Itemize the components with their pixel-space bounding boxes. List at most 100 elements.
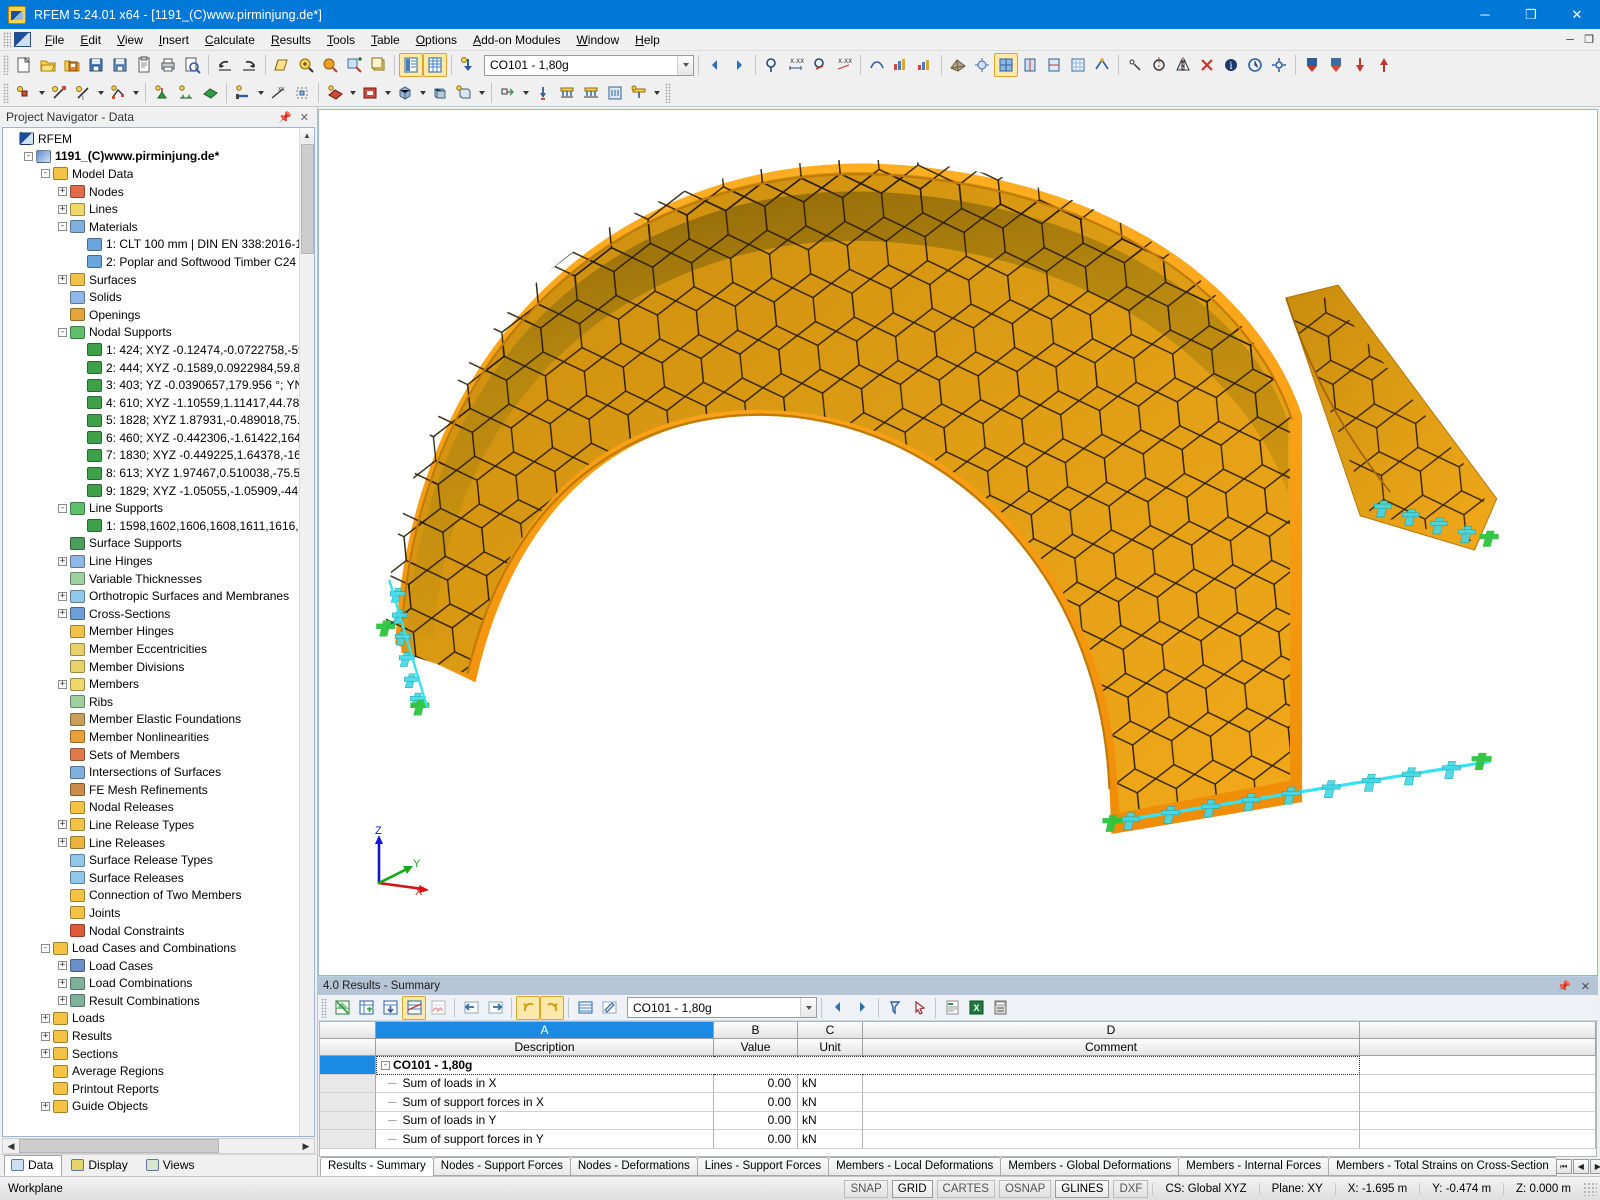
- table-edit-icon[interactable]: [597, 996, 621, 1020]
- results-chevron-down-icon[interactable]: [800, 998, 816, 1017]
- load-down-icon[interactable]: [1300, 53, 1324, 77]
- toolbar-grip-2[interactable]: [3, 83, 9, 103]
- scroll-right-icon[interactable]: ▶: [298, 1139, 314, 1153]
- opening-icon[interactable]: [358, 81, 382, 105]
- tree-node-openings[interactable]: Openings: [5, 306, 299, 324]
- results-next-arrow-icon[interactable]: [850, 996, 874, 1020]
- settings-icon[interactable]: [1267, 53, 1291, 77]
- results-tab-members-total-strains-on-cross-section[interactable]: Members - Total Strains on Cross-Section: [1328, 1157, 1557, 1176]
- polyline-dropdown[interactable]: [130, 81, 141, 105]
- table-show-icon[interactable]: [399, 53, 423, 77]
- close-icon[interactable]: ✕: [300, 111, 309, 124]
- tree-node-rfem[interactable]: RFEM: [5, 130, 299, 148]
- excel-icon[interactable]: X: [964, 996, 988, 1020]
- cell-value[interactable]: 0.00: [714, 1075, 798, 1094]
- zoom-window-icon[interactable]: [294, 53, 318, 77]
- line-dim-icon[interactable]: I: [71, 81, 95, 105]
- status-toggle-dxf[interactable]: DXF: [1113, 1180, 1148, 1198]
- toolbar-grip-3[interactable]: [665, 83, 671, 103]
- tree-node-1191-c-www-pirminjung-de[interactable]: -1191_(C)www.pirminjung.de*: [5, 148, 299, 166]
- tree-node-loads[interactable]: +Loads: [5, 1010, 299, 1028]
- results-close-icon[interactable]: ✕: [1581, 980, 1590, 993]
- tree-node-intersections-of-surfaces[interactable]: Intersections of Surfaces: [5, 763, 299, 781]
- tree-node-3-403-yz-0-0390657-179-956-ynn-n[interactable]: 3: 403; YZ -0.0390657,179.956 °; YNN N: [5, 376, 299, 394]
- row-header[interactable]: [320, 1093, 376, 1112]
- table-view-icon[interactable]: [573, 996, 597, 1020]
- expand-icon[interactable]: +: [58, 275, 67, 284]
- node-snap-icon[interactable]: [1123, 53, 1147, 77]
- release-icon[interactable]: [496, 81, 520, 105]
- menu-item-tools[interactable]: Tools: [319, 30, 363, 50]
- expand-icon[interactable]: +: [58, 820, 67, 829]
- tree-node-materials[interactable]: -Materials: [5, 218, 299, 236]
- tree-node-cross-sections[interactable]: +Cross-Sections: [5, 605, 299, 623]
- rotate-icon[interactable]: [1147, 53, 1171, 77]
- menu-item-results[interactable]: Results: [263, 30, 319, 50]
- status-toggle-grid[interactable]: GRID: [892, 1180, 933, 1198]
- tree-node-nodes[interactable]: +Nodes: [5, 183, 299, 201]
- menu-item-view[interactable]: View: [109, 30, 151, 50]
- solid2-icon[interactable]: [428, 81, 452, 105]
- open-icon[interactable]: [36, 53, 60, 77]
- column-letter-A[interactable]: A: [376, 1022, 714, 1039]
- menu-item-add-on-modules[interactable]: Add-on Modules: [465, 30, 568, 50]
- table-add-icon[interactable]: [354, 996, 378, 1020]
- tree-node-line-hinges[interactable]: +Line Hinges: [5, 552, 299, 570]
- cell-unit[interactable]: kN: [798, 1093, 863, 1112]
- collapse-icon[interactable]: -: [58, 504, 67, 513]
- tree-node-7-1830-xyz-0-449225-1-64378-164-71[interactable]: 7: 1830; XYZ -0.449225,1.64378,-164.71: [5, 447, 299, 465]
- member-icon[interactable]: [231, 81, 255, 105]
- menu-item-calculate[interactable]: Calculate: [197, 30, 263, 50]
- expand-icon[interactable]: +: [58, 996, 67, 1005]
- navigator-horizontal-scrollbar[interactable]: ◀ ▶: [2, 1138, 315, 1154]
- tree-node-surface-releases[interactable]: Surface Releases: [5, 869, 299, 887]
- tree-node-fe-mesh-refinements[interactable]: FE Mesh Refinements: [5, 781, 299, 799]
- next-table-icon[interactable]: [483, 996, 507, 1020]
- row-header-selected[interactable]: [320, 1056, 376, 1075]
- next-arrow-icon[interactable]: [727, 53, 751, 77]
- cell-value[interactable]: 0.00: [714, 1112, 798, 1131]
- expand-icon[interactable]: +: [58, 609, 67, 618]
- tree-node-solids[interactable]: Solids: [5, 288, 299, 306]
- tree-node-2-444-xyz-0-1589-0-0922984-59-8495[interactable]: 2: 444; XYZ -0.1589,0.0922984,59.8495: [5, 359, 299, 377]
- expand-icon[interactable]: +: [58, 592, 67, 601]
- dim-x-icon[interactable]: X.XX: [784, 53, 808, 77]
- tree-node-9-1829-xyz-1-05055-1-05909-44-772[interactable]: 9: 1829; XYZ -1.05055,-1.05909,-44.772: [5, 482, 299, 500]
- column-letter-C[interactable]: C: [798, 1022, 863, 1039]
- support-line-icon[interactable]: [174, 81, 198, 105]
- navigator-tree[interactable]: RFEM-1191_(C)www.pirminjung.de*-Model Da…: [3, 128, 299, 1136]
- expand-icon[interactable]: +: [58, 838, 67, 847]
- prev-arrow-icon[interactable]: [703, 53, 727, 77]
- tree-node-members[interactable]: +Members: [5, 675, 299, 693]
- tree-node-line-supports[interactable]: -Line Supports: [5, 499, 299, 517]
- menu-item-window[interactable]: Window: [568, 30, 627, 50]
- results-pin-icon[interactable]: 📌: [1557, 980, 1571, 993]
- tree-node-lines[interactable]: +Lines: [5, 200, 299, 218]
- results-prev-arrow-icon[interactable]: [826, 996, 850, 1020]
- view-point-icon[interactable]: [760, 53, 784, 77]
- results-tab-nodes-support-forces[interactable]: Nodes - Support Forces: [433, 1157, 571, 1176]
- table-grid-icon[interactable]: [423, 53, 447, 77]
- tree-node-member-nonlinearities[interactable]: Member Nonlinearities: [5, 728, 299, 746]
- save-icon[interactable]: [108, 53, 132, 77]
- doc-minimize-button[interactable]: ─: [1563, 34, 1577, 46]
- hscroll-thumb[interactable]: [19, 1139, 219, 1153]
- status-toggle-glines[interactable]: GLINES: [1055, 1180, 1109, 1198]
- model-3d-render[interactable]: [319, 110, 1597, 975]
- undo-icon[interactable]: [213, 53, 237, 77]
- navigator-tab-views[interactable]: Views: [139, 1155, 204, 1176]
- collapse-icon[interactable]: -: [58, 328, 67, 337]
- navigator-tab-display[interactable]: Display: [64, 1155, 136, 1176]
- render-icon[interactable]: [270, 53, 294, 77]
- tree-node-member-eccentricities[interactable]: Member Eccentricities: [5, 640, 299, 658]
- cell-description[interactable]: ─Sum of loads in Y: [376, 1112, 714, 1131]
- results-tab-members-internal-forces[interactable]: Members - Internal Forces: [1178, 1157, 1329, 1176]
- expand-icon[interactable]: +: [58, 680, 67, 689]
- zoom-all-icon[interactable]: [318, 53, 342, 77]
- tree-node-member-divisions[interactable]: Member Divisions: [5, 658, 299, 676]
- status-toggle-cartes[interactable]: CARTES: [937, 1180, 995, 1198]
- table-row-group[interactable]: -CO101 - 1,80g: [320, 1056, 1596, 1075]
- load-free-icon[interactable]: [603, 81, 627, 105]
- support-red2-icon[interactable]: [1372, 53, 1396, 77]
- collapse-icon[interactable]: -: [381, 1061, 390, 1070]
